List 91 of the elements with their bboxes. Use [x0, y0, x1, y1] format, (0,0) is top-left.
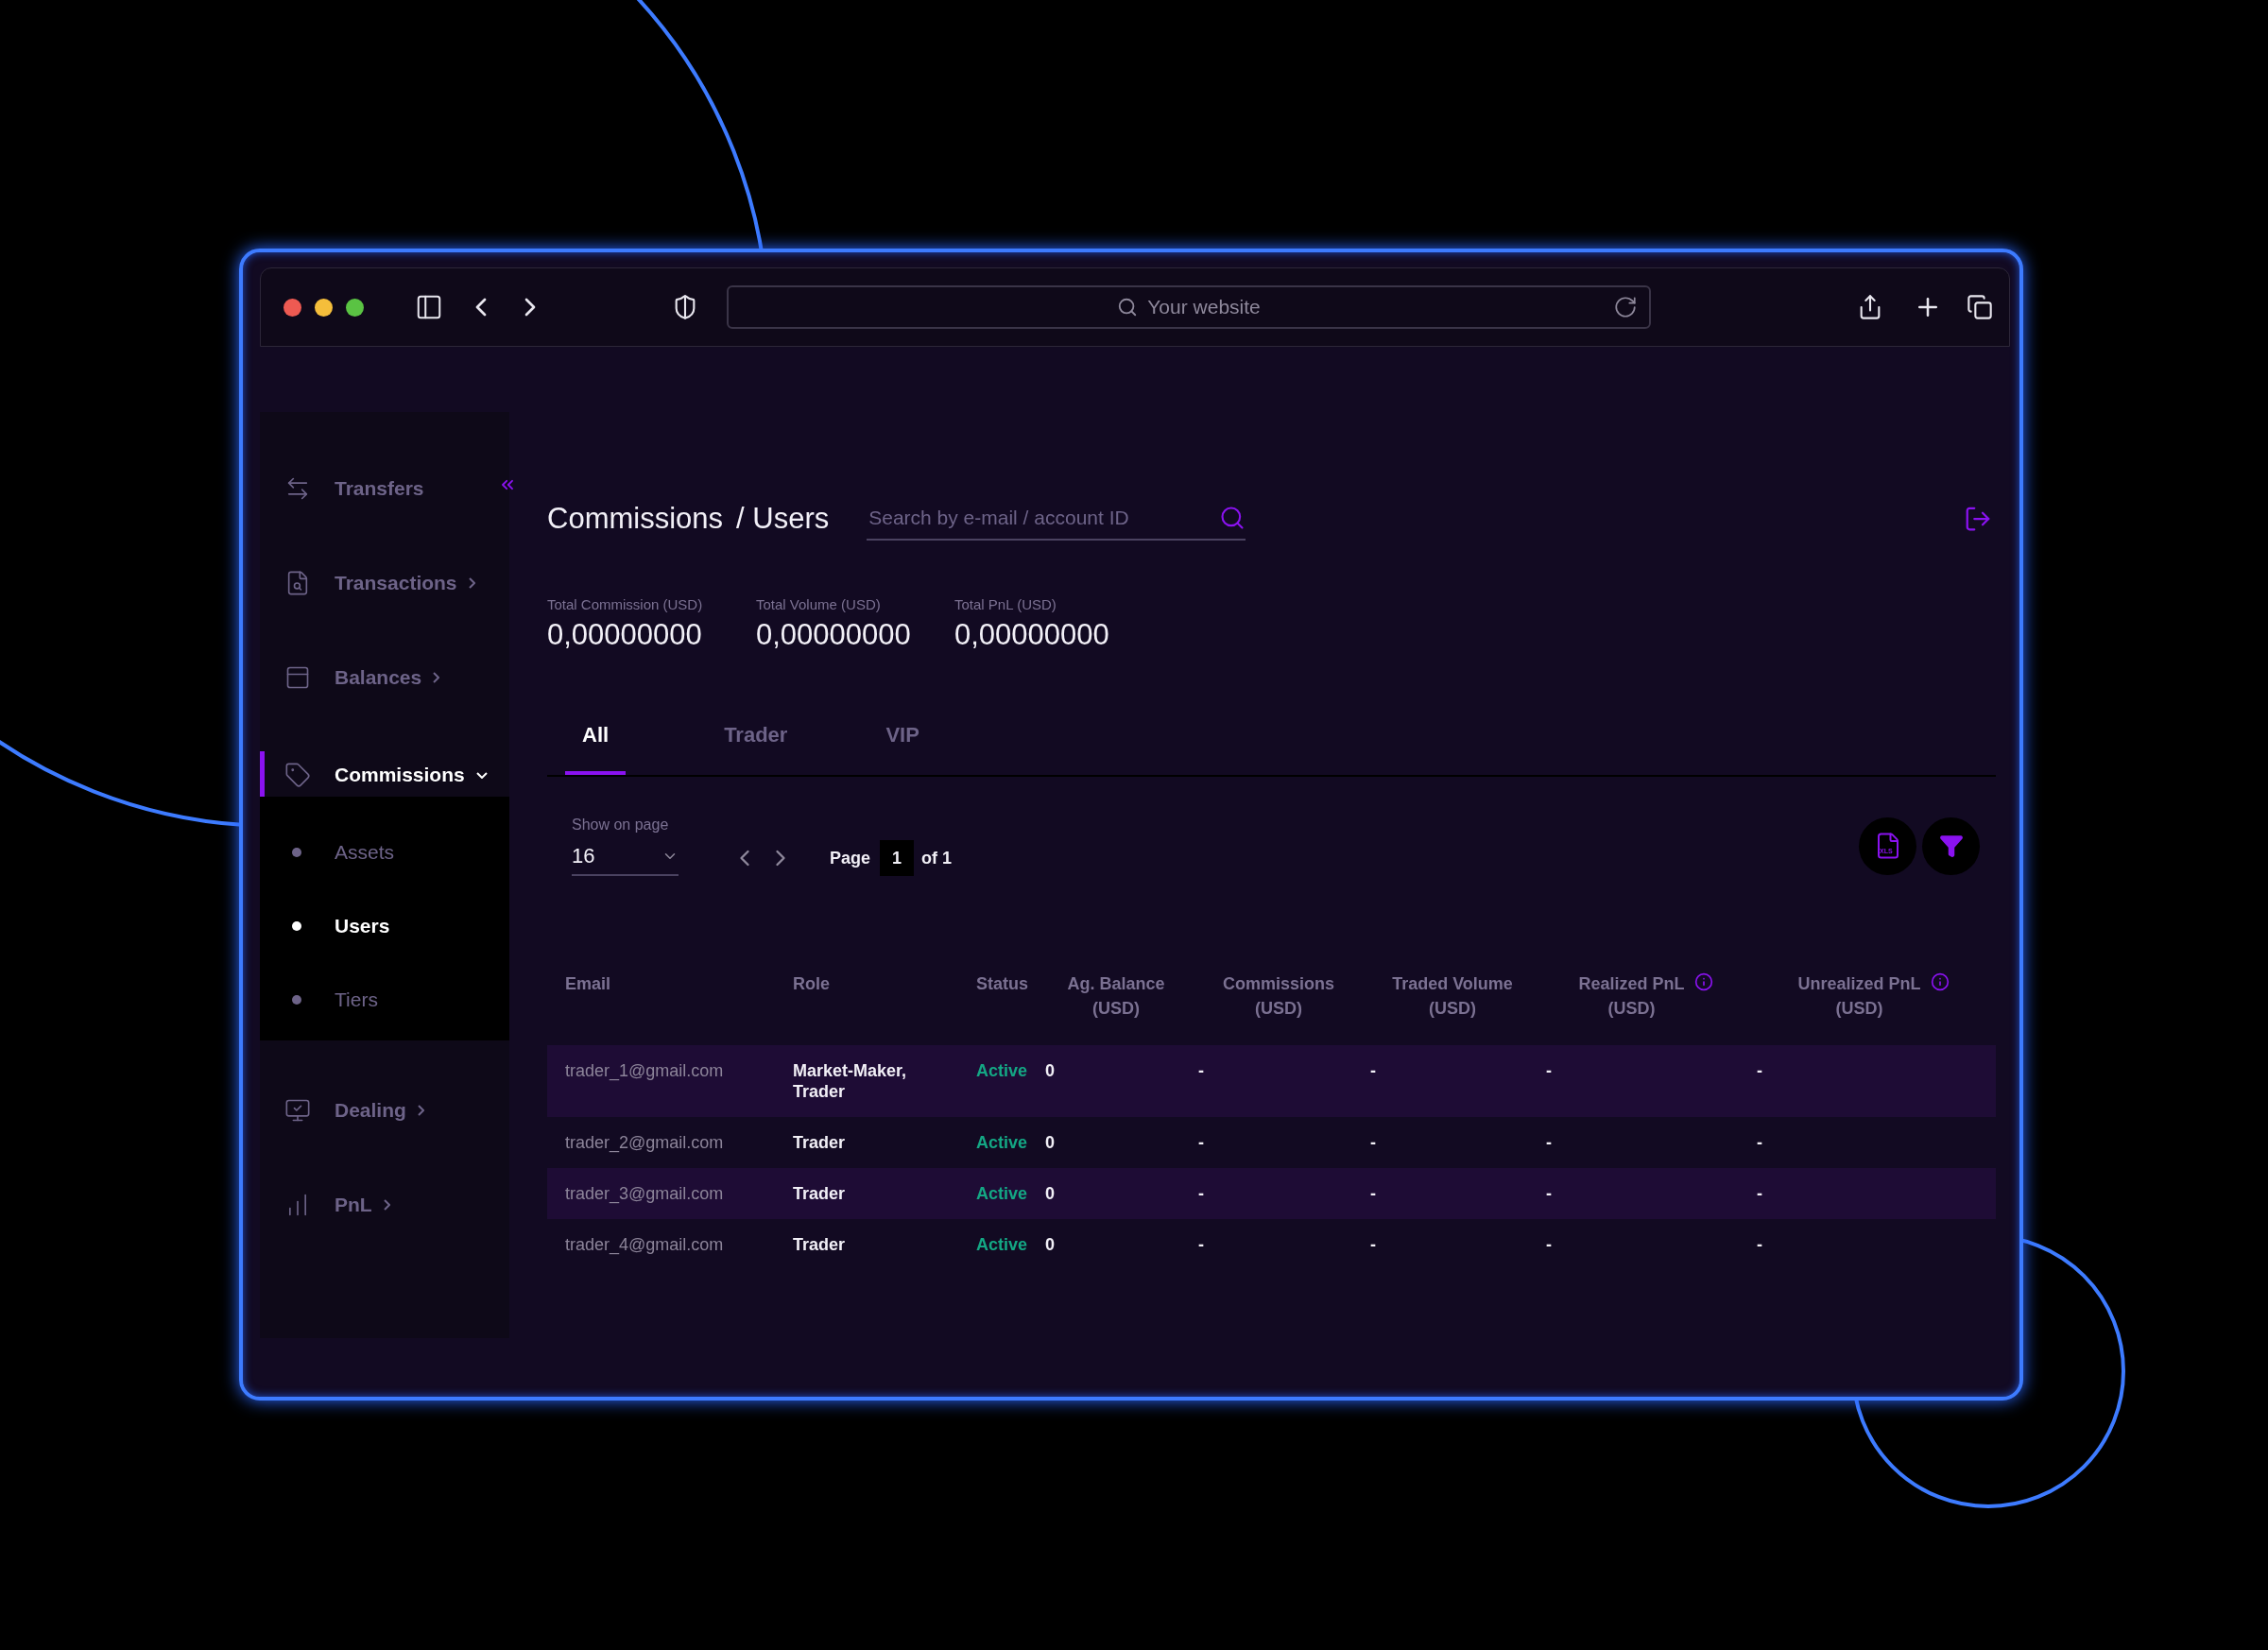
search-field[interactable]: Search by e-mail / account ID: [867, 497, 1246, 541]
sidebar-item[interactable]: Transfers: [260, 465, 509, 512]
monitor-check-icon: [284, 1097, 311, 1124]
sidebar-toggle-icon[interactable]: [415, 293, 443, 321]
minimize-dot-icon[interactable]: [315, 298, 333, 317]
reload-icon[interactable]: [1613, 295, 1638, 319]
total-value: 0,00000000: [954, 617, 1110, 653]
maximize-dot-icon[interactable]: [346, 298, 364, 317]
column-header: Status: [976, 973, 1028, 995]
page-number-field[interactable]: 1: [880, 840, 915, 876]
sidebar-item[interactable]: PnL: [260, 1181, 509, 1229]
column-header: Ag. Balance (USD): [1067, 973, 1165, 1020]
table-cell-text: -: [1370, 1183, 1377, 1204]
column-header: Email: [565, 973, 611, 995]
table-cell-text: -: [1757, 1132, 1763, 1153]
tabs-overview-icon[interactable]: [1967, 294, 1993, 320]
total-label: Total Commission (USD): [547, 595, 704, 614]
bullet-icon: [292, 848, 301, 857]
chevron-down-icon: [475, 771, 488, 779]
chevron-right-icon: [383, 1199, 390, 1211]
role-cell-text: Trader: [793, 1234, 847, 1255]
search-icon: [1117, 297, 1139, 318]
status-cell-text: Active: [976, 1234, 1029, 1255]
window-icon: [284, 664, 311, 691]
table-cell-text: 0: [1045, 1132, 1056, 1153]
breadcrumb: / Users: [736, 502, 830, 536]
filter-icon: [1938, 834, 1964, 858]
table-cell-text: 0: [1045, 1234, 1056, 1255]
total-value: 0,00000000: [547, 617, 703, 653]
submenu-item[interactable]: Tiers: [260, 963, 509, 1037]
column-header: Commissions (USD): [1223, 973, 1334, 1020]
total-label: Total PnL (USD): [954, 595, 1057, 614]
address-placeholder: Your website: [1147, 296, 1261, 318]
submenu-item[interactable]: Users: [260, 889, 509, 963]
chevron-right-icon: [433, 672, 440, 683]
table-cell-text: -: [1370, 1060, 1377, 1081]
table-cell-text: 0: [1045, 1060, 1056, 1081]
table-cell-text: -: [1370, 1234, 1377, 1255]
column-header: Unrealized PnL (USD): [1797, 973, 1921, 1020]
table-cell-text: -: [1546, 1183, 1553, 1204]
email-cell-text: trader_4@gmail.com: [565, 1234, 725, 1255]
page-size-select[interactable]: 16: [572, 838, 679, 876]
table-cell-text: -: [1198, 1060, 1205, 1081]
info-icon[interactable]: [1693, 972, 1713, 991]
filter-tab[interactable]: VIP: [885, 699, 919, 775]
total-value: 0,00000000: [756, 617, 912, 653]
chevron-right-icon: [417, 1105, 424, 1116]
sidebar-item[interactable]: Transactions: [260, 559, 509, 607]
role-cell-text: Trader: [793, 1183, 847, 1204]
page-label: Page: [830, 848, 871, 868]
search-icon[interactable]: [1219, 505, 1246, 531]
table-cell-text: -: [1198, 1234, 1205, 1255]
table-cell-text: -: [1757, 1060, 1763, 1081]
address-bar[interactable]: Your website: [727, 285, 1651, 329]
page-title: Commissions: [547, 502, 724, 536]
table-cell-text: -: [1370, 1132, 1377, 1153]
submenu-item[interactable]: Assets: [260, 816, 509, 889]
column-header: Traded Volume (USD): [1392, 973, 1513, 1020]
page-count: of 1: [921, 848, 953, 868]
table-cell-text: -: [1546, 1132, 1553, 1153]
sidebar-item[interactable]: Dealing: [260, 1087, 509, 1134]
role-cell-text: Trader: [793, 1132, 847, 1153]
table-cell-text: -: [1757, 1234, 1763, 1255]
column-header: Role: [793, 973, 830, 995]
logout-icon[interactable]: [1964, 505, 1992, 533]
column-header: Realized PnL (USD): [1578, 973, 1685, 1020]
tag-icon: [284, 762, 311, 788]
status-cell-text: Active: [976, 1060, 1029, 1081]
chevron-right-icon: [468, 577, 475, 589]
table-cell-text: -: [1198, 1183, 1205, 1204]
info-icon[interactable]: [1930, 972, 1950, 991]
status-cell-text: Active: [976, 1132, 1029, 1153]
table-cell-text: 0: [1045, 1183, 1056, 1204]
page-size-label: Show on page: [572, 816, 670, 834]
role-cell-text: Market-Maker, Trader: [793, 1060, 908, 1102]
table-cell-text: -: [1546, 1234, 1553, 1255]
total-label: Total Volume (USD): [756, 595, 882, 614]
email-cell-text: trader_3@gmail.com: [565, 1183, 725, 1204]
close-dot-icon[interactable]: [284, 298, 301, 317]
sidebar-item[interactable]: Balances: [260, 654, 509, 701]
email-cell-text: trader_2@gmail.com: [565, 1132, 725, 1153]
table-cell-text: -: [1757, 1183, 1763, 1204]
bullet-icon: [292, 921, 301, 931]
table-cell-text: -: [1546, 1060, 1553, 1081]
filter-tab[interactable]: Trader: [724, 699, 788, 775]
status-cell-text: Active: [976, 1183, 1029, 1204]
table-cell-text: -: [1198, 1132, 1205, 1153]
search-input[interactable]: Search by e-mail / account ID: [867, 506, 1189, 530]
bullet-icon: [292, 995, 301, 1005]
email-cell-text: trader_1@gmail.com: [565, 1060, 725, 1081]
filter-tab[interactable]: All: [565, 699, 627, 775]
